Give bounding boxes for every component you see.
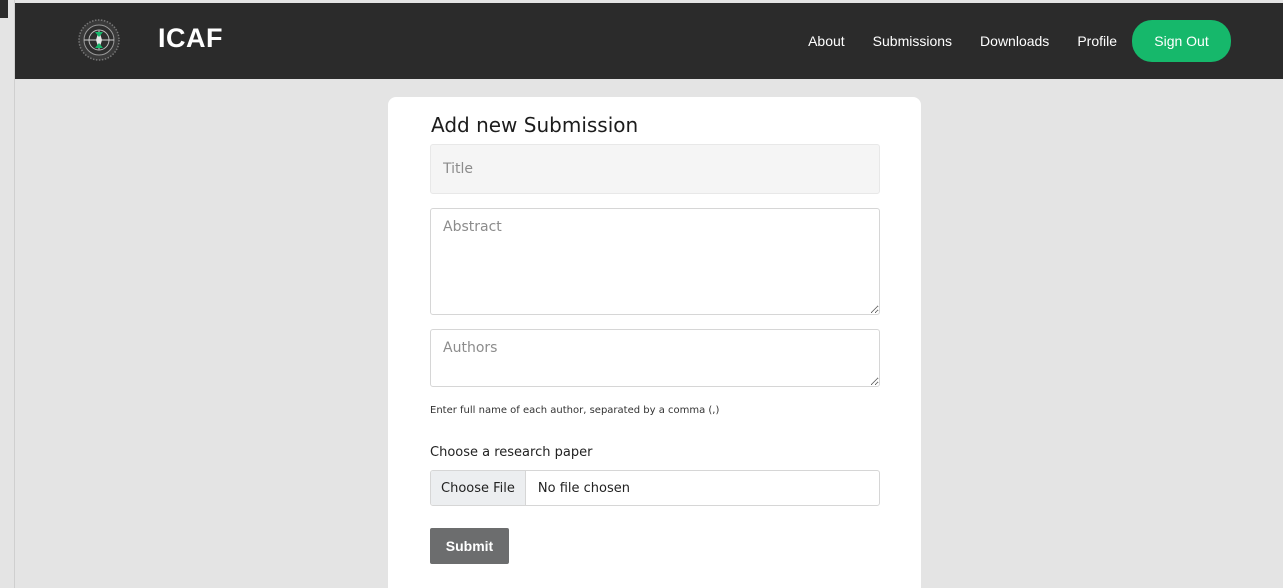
file-input-label: Choose a research paper bbox=[430, 445, 593, 460]
nav-link-about[interactable]: About bbox=[808, 33, 845, 49]
sign-out-button[interactable]: Sign Out bbox=[1132, 20, 1231, 62]
brand-title[interactable]: ICAF bbox=[158, 23, 223, 54]
file-status-text: No file chosen bbox=[537, 480, 630, 496]
authors-textarea[interactable] bbox=[430, 329, 880, 387]
left-edge-strip bbox=[0, 0, 15, 588]
form-heading: Add new Submission bbox=[431, 113, 639, 137]
authors-helper-text: Enter full name of each author, separate… bbox=[430, 405, 720, 416]
left-edge-corner bbox=[0, 0, 8, 18]
file-input[interactable]: Choose File No file chosen bbox=[430, 470, 880, 506]
nav-links: About Submissions Downloads Profile Sign… bbox=[808, 20, 1231, 62]
nav-link-profile[interactable]: Profile bbox=[1077, 33, 1117, 49]
nav-link-submissions[interactable]: Submissions bbox=[873, 33, 952, 49]
choose-file-button[interactable]: Choose File bbox=[431, 471, 526, 505]
submit-button[interactable]: Submit bbox=[430, 528, 509, 564]
submission-card: Add new Submission Enter full name of ea… bbox=[388, 97, 921, 588]
navbar: ICAF About Submissions Downloads Profile… bbox=[15, 3, 1283, 79]
compass-logo-icon[interactable] bbox=[78, 19, 120, 61]
nav-link-downloads[interactable]: Downloads bbox=[980, 33, 1049, 49]
abstract-textarea[interactable] bbox=[430, 208, 880, 315]
title-input[interactable] bbox=[430, 144, 880, 194]
